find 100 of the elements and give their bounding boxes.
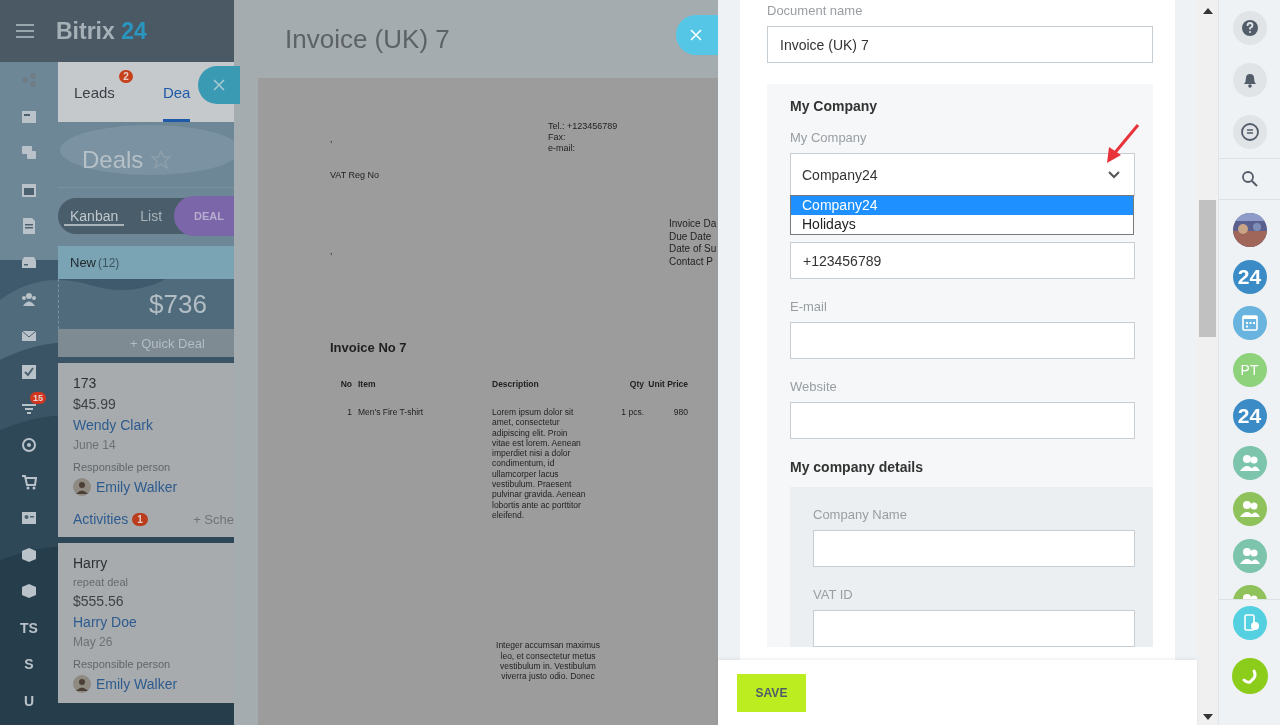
dropdown-option[interactable]: Company24 (791, 196, 1133, 215)
document-text: , (330, 134, 334, 146)
document-text: Contact P (669, 255, 714, 268)
document-heading: Invoice No 7 (330, 340, 408, 355)
drive-icon[interactable] (21, 254, 37, 271)
document-text: Invoice Da (669, 218, 717, 231)
crm-tab[interactable]: Leads 2 (66, 62, 133, 122)
field-label: Document name (767, 3, 864, 18)
avatar-icon (73, 675, 91, 693)
deal-title: Harry (73, 555, 109, 571)
field-label: My Company (790, 130, 868, 145)
dropdown-option[interactable]: Holidays (791, 215, 1133, 234)
phone-field[interactable]: +123456789 (790, 242, 1135, 279)
deal-date: May 26 (73, 635, 114, 649)
website-field[interactable] (790, 402, 1135, 439)
table-cell-text: Men's Fire T-shirt (358, 407, 425, 419)
company-select[interactable]: Company24 (790, 153, 1135, 196)
document-text: Tel.: +123456789 (548, 121, 618, 132)
responsible-link[interactable]: Emily Walker (96, 676, 178, 692)
table-cell-text: 980 (672, 407, 688, 419)
section-title: My company details (790, 459, 925, 475)
add-deal-button[interactable]: DEAL (174, 196, 234, 236)
group-chat-icon[interactable] (1232, 445, 1267, 480)
phone-icon[interactable] (1231, 658, 1268, 694)
deal-price: $555.56 (73, 593, 125, 609)
email-field[interactable] (790, 322, 1135, 359)
table-cell-text: 1 (346, 407, 353, 419)
contact-link[interactable]: Harry Doe (73, 614, 234, 630)
column-header: Item (358, 379, 377, 389)
column-header: Description (492, 379, 540, 389)
document-icon[interactable] (21, 218, 37, 235)
nav-letter[interactable]: S (24, 656, 34, 673)
box-icon[interactable] (21, 546, 37, 563)
table-cell-text: Lorem ipsum dolor sit amet, consectetur adipiscing elit. Proin vitae est lorem. Aenean imperdiet nisi a dolor condimentum, id ullamcorper lacus vestibulum. Praesent pulvinar gravida. Aenean lobortis ante ac porttitor eleifend. (492, 407, 587, 521)
document-name-field[interactable]: Invoice (UK) 7 (767, 26, 1153, 63)
column-name: New (70, 255, 96, 270)
scroll-up-icon[interactable] (1202, 8, 1213, 14)
close-button[interactable] (198, 66, 240, 104)
scrollbar[interactable] (1197, 0, 1218, 725)
field-label: E-mail (790, 299, 828, 314)
search-icon[interactable] (1240, 170, 1259, 188)
group-icon[interactable] (21, 291, 37, 308)
deal-date: June 14 (73, 438, 117, 452)
field-label: VAT ID (813, 587, 854, 602)
deal-card[interactable]: 173 $45.99 Wendy Clark June 14 Responsible person Emily Walker Activities 1 + Sche (58, 363, 234, 537)
responsible-label: Responsible person (73, 658, 172, 670)
column-header: Qty (628, 379, 645, 389)
deal-card[interactable]: Harry repeat deal $555.56 Harry Doe May 26 Responsible person Emily Walker (58, 543, 234, 703)
view-tab[interactable]: List (134, 206, 169, 226)
document-text: Date of Su (669, 243, 717, 256)
check-icon[interactable] (21, 364, 37, 381)
box-icon[interactable] (21, 583, 37, 600)
document-text: , (330, 246, 334, 258)
field-label: Website (790, 379, 838, 394)
logo[interactable]: Bitrix 24 (56, 17, 147, 45)
scroll-down-icon[interactable] (1202, 714, 1213, 720)
chat-avatar[interactable]: 24 (1232, 399, 1267, 433)
target-icon[interactable] (21, 437, 37, 454)
activities-link[interactable]: Activities (73, 511, 129, 527)
cart-icon[interactable] (21, 473, 37, 490)
contact-icon[interactable] (21, 510, 37, 527)
table-cell-text: 1 pcs. (620, 407, 645, 419)
help-icon[interactable] (1232, 11, 1267, 45)
responsible-link[interactable]: Emily Walker (96, 479, 178, 495)
document-text: Due Date (669, 230, 713, 243)
section-title: My Company (790, 98, 879, 114)
schedule-link[interactable]: + Sche (193, 511, 234, 527)
deal-subtitle: repeat deal (73, 576, 130, 588)
scroll-thumb[interactable] (1199, 200, 1216, 337)
responsible-label: Responsible person (73, 461, 172, 473)
menu-icon[interactable] (16, 24, 34, 38)
column-header: Unit Price (648, 379, 688, 389)
view-tab[interactable]: Kanban (64, 206, 125, 226)
document-text: Integer accumsan maximus leo, et consectetur metus vestibulum in. Vestibulum viverra justo odio. Donec (495, 640, 601, 682)
notification-icon[interactable] (1232, 63, 1267, 97)
group-chat-icon[interactable] (1232, 492, 1267, 526)
calendar-avatar-icon[interactable] (1232, 306, 1267, 340)
close-icon (213, 79, 225, 91)
annotation-arrow (1105, 123, 1141, 165)
chat-avatar[interactable]: 24 (1232, 259, 1267, 294)
save-button[interactable]: SAVE (737, 673, 806, 712)
company-name-field[interactable] (813, 530, 1135, 567)
chevron-down-icon (1108, 170, 1120, 179)
deal-price: $45.99 (73, 396, 117, 412)
vat-id-field[interactable] (813, 610, 1135, 647)
close-icon (690, 29, 702, 41)
crm-tab[interactable]: Dea (162, 62, 191, 122)
nav-letter[interactable]: U (23, 692, 35, 709)
close-button[interactable] (676, 15, 718, 55)
slider-title: Invoice (UK) 7 (285, 23, 450, 55)
count-badge: 2 (119, 70, 133, 83)
phone-cloud-icon[interactable] (1232, 606, 1267, 640)
deal-title: 173 (73, 375, 98, 391)
column-count: (12) (98, 255, 120, 270)
avatar-icon (73, 478, 91, 496)
nav-letter[interactable]: TS (20, 619, 38, 636)
document-text: Fax: (548, 132, 567, 143)
group-chat-icon[interactable] (1232, 538, 1267, 573)
contact-link[interactable]: Wendy Clark (73, 417, 234, 433)
column-header: No (339, 379, 353, 389)
